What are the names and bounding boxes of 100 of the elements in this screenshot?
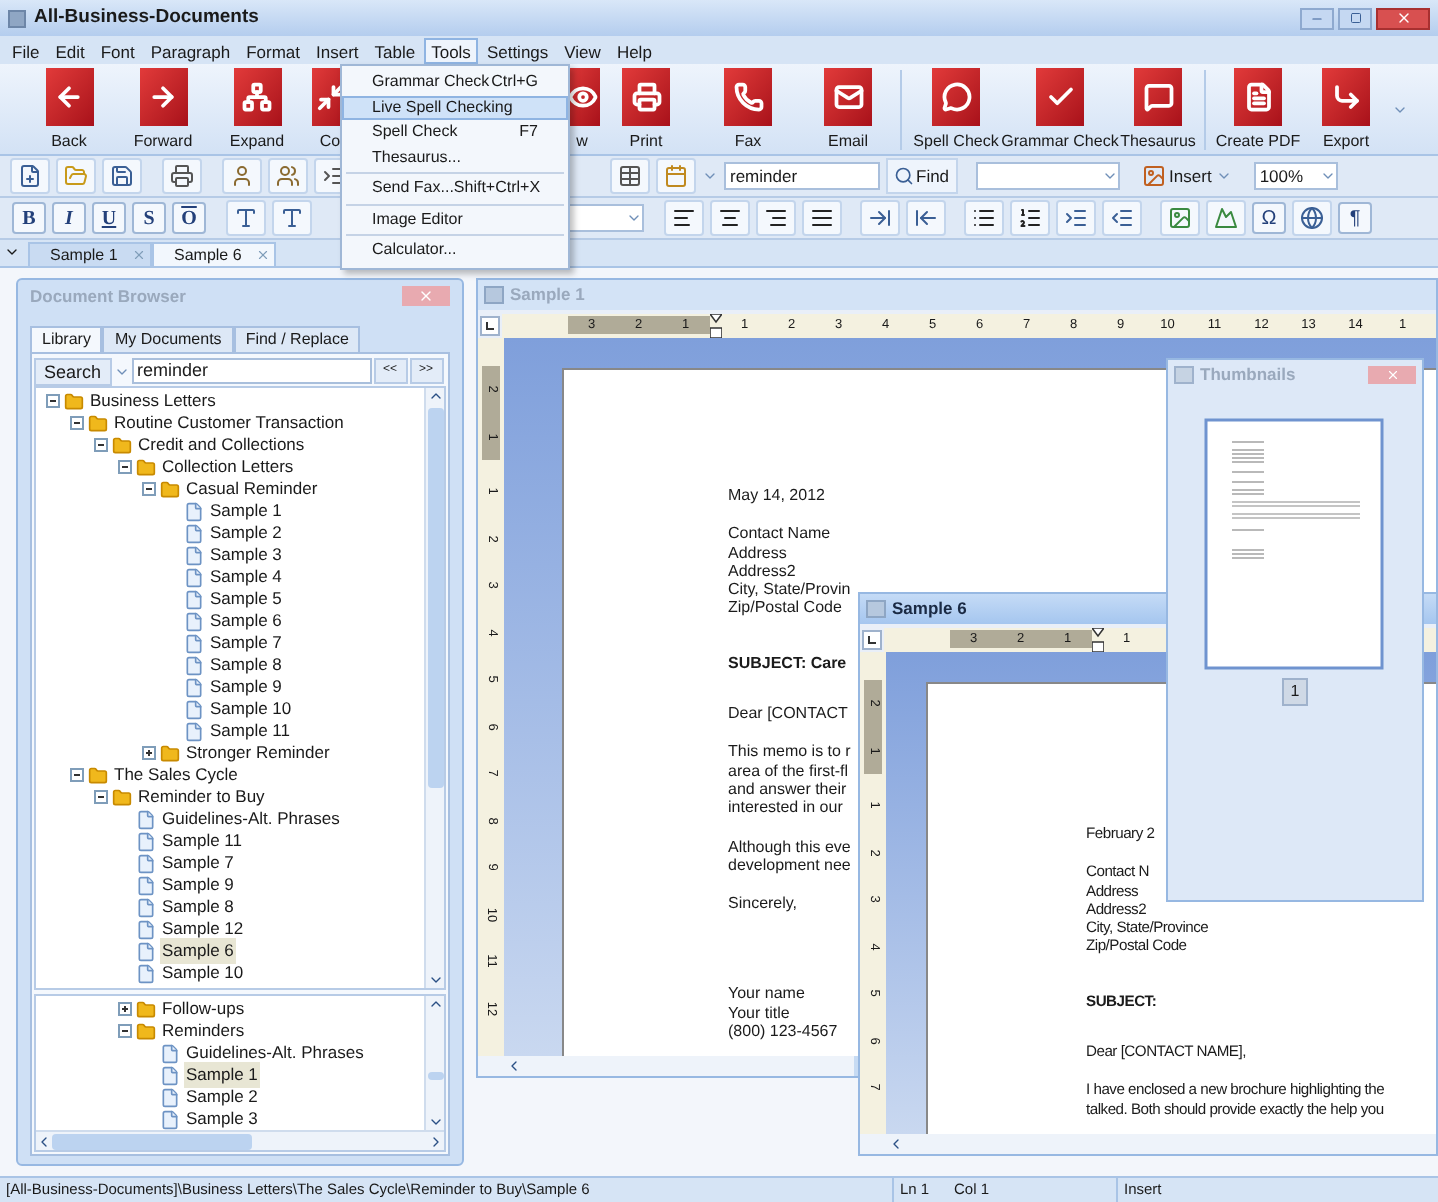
toolbar-button[interactable] (10, 158, 50, 194)
toolbar-button[interactable]: Expand (210, 65, 304, 153)
toolbar-button[interactable] (162, 158, 202, 194)
caret-icon[interactable] (702, 168, 718, 184)
scrollbar[interactable] (424, 996, 444, 1130)
tree-item[interactable]: Sample 4 (208, 564, 284, 590)
tree-item[interactable]: Sample 3 (208, 542, 284, 568)
format-button[interactable]: U (92, 202, 126, 234)
tree-item[interactable]: Sample 12 (160, 916, 246, 942)
tree-item[interactable]: Sample 10 (208, 696, 294, 722)
toolbar-button[interactable]: Spell Check (908, 65, 1004, 153)
tree-item[interactable]: Guidelines-Alt. Phrases (184, 1040, 366, 1066)
tree-item[interactable]: Sample 6 (160, 938, 236, 964)
tree-item[interactable]: Sample 2 (184, 1084, 260, 1110)
tab-list-caret-icon[interactable] (4, 244, 20, 260)
toolbar-button[interactable] (1292, 200, 1332, 236)
scroll-down-icon[interactable] (427, 972, 443, 988)
insert-button[interactable]: Insert (1137, 158, 1236, 194)
tab-stop-icon[interactable] (862, 629, 882, 649)
menu-item[interactable]: Table (366, 37, 424, 63)
close-icon[interactable] (256, 248, 270, 262)
toolbar-button[interactable]: Forward (116, 65, 210, 153)
collapse-icon[interactable] (69, 416, 83, 430)
tree-item[interactable]: Sample 1 (208, 498, 284, 524)
menu-item[interactable]: Spell Check F7 (342, 120, 568, 145)
symbol-button[interactable]: ¶ (1338, 202, 1372, 234)
document-tab[interactable]: Sample 1 (28, 242, 152, 266)
tree-item[interactable]: The Sales Cycle (112, 762, 240, 788)
indent-marker-icon[interactable] (709, 313, 721, 337)
toolbar-button[interactable]: Print (596, 65, 696, 153)
tree-item[interactable]: Casual Reminder (184, 476, 320, 502)
toolbar-button[interactable]: Export (1304, 65, 1388, 153)
format-button[interactable]: I (52, 202, 86, 234)
collapse-icon[interactable] (45, 394, 59, 408)
collapse-icon[interactable] (93, 790, 107, 804)
toolbar-button[interactable] (272, 200, 312, 236)
page-thumbnail[interactable] (1203, 418, 1387, 674)
tree-item[interactable]: Guidelines-Alt. Phrases (160, 806, 342, 832)
tree-item[interactable]: Sample 3 (184, 1106, 260, 1130)
tree-item[interactable]: Stronger Reminder (184, 740, 332, 766)
tree-item[interactable]: Credit and Collections (136, 432, 307, 458)
symbol-button[interactable]: Ω (1252, 202, 1286, 234)
tree-item[interactable]: Sample 6 (208, 608, 284, 634)
expand-icon[interactable] (117, 1002, 131, 1016)
scrollbar[interactable] (36, 1130, 444, 1150)
toolbar-button[interactable]: Thesaurus (1116, 65, 1200, 153)
tab[interactable]: Library (30, 326, 103, 352)
tree-item[interactable]: Sample 5 (208, 586, 284, 612)
tab[interactable]: My Documents (102, 326, 234, 352)
toolbar-button[interactable] (664, 200, 704, 236)
tab-stop-icon[interactable] (480, 315, 500, 335)
dropdown-field[interactable] (975, 162, 1120, 190)
search-button[interactable]: Search (34, 357, 112, 385)
find-button[interactable]: Find (886, 158, 958, 194)
tab[interactable]: Find / Replace (233, 326, 361, 352)
tree-item[interactable]: Sample 11 (160, 828, 245, 854)
toolbar-button[interactable] (964, 200, 1004, 236)
tree-item[interactable]: Collection Letters (160, 454, 296, 480)
search-field[interactable]: reminder (131, 358, 372, 384)
format-button[interactable]: B (12, 202, 46, 234)
tree-item[interactable]: Sample 8 (160, 894, 236, 920)
collapse-icon[interactable] (117, 1024, 131, 1038)
tree-item[interactable]: Reminders (160, 1018, 247, 1044)
toolbar-button[interactable] (906, 200, 946, 236)
menu-item[interactable]: Image Editor (342, 207, 568, 232)
tree-item[interactable]: Sample 8 (208, 652, 284, 678)
indent-marker-icon[interactable] (1091, 627, 1103, 651)
toolbar-button[interactable] (1102, 200, 1142, 236)
toolbar-button[interactable]: Grammar Check (1004, 65, 1116, 153)
toolbar-button[interactable] (102, 158, 142, 194)
tree-item[interactable]: Sample 10 (160, 960, 246, 986)
scroll-left-icon[interactable] (36, 1133, 52, 1149)
scroll-down-icon[interactable] (427, 1114, 443, 1130)
menu-item[interactable]: Paragraph (142, 37, 239, 63)
scrollbar[interactable] (424, 388, 444, 988)
menu-item[interactable]: Settings (478, 37, 557, 63)
search-field[interactable]: reminder (724, 162, 880, 190)
close-button[interactable] (1376, 7, 1430, 29)
tree-item[interactable]: Sample 9 (208, 674, 284, 700)
collapse-icon[interactable] (93, 438, 107, 452)
tree-item[interactable]: Business Letters (88, 388, 218, 414)
toolbar-button[interactable] (1056, 200, 1096, 236)
tree-item[interactable]: Reminder to Buy (136, 784, 267, 810)
collapse-icon[interactable] (117, 460, 131, 474)
toolbar-button[interactable]: Back (22, 65, 116, 153)
scrollbar[interactable] (860, 1134, 1436, 1154)
toolbar-button[interactable]: Fax (696, 65, 800, 153)
scroll-right-icon[interactable] (428, 1133, 444, 1149)
toolbar-button[interactable] (710, 200, 750, 236)
collapse-icon[interactable] (69, 768, 83, 782)
document-tab[interactable]: Sample 6 (152, 242, 276, 266)
toolbar-button[interactable]: Create PDF (1212, 65, 1304, 153)
zoom-field[interactable]: 100% (1253, 162, 1338, 190)
toolbar-button[interactable] (226, 200, 266, 236)
tree-item[interactable]: Sample 7 (208, 630, 284, 656)
tree-item[interactable]: Sample 7 (160, 850, 236, 876)
toolbar-button[interactable]: Email (800, 65, 896, 153)
menu-item[interactable]: Help (608, 37, 660, 63)
menu-item[interactable]: Format (238, 37, 308, 63)
format-button[interactable]: O (172, 202, 206, 234)
